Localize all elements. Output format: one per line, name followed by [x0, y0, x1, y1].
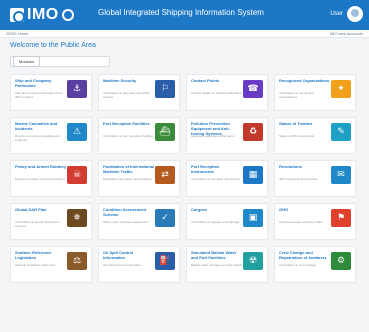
globe-icon	[61, 9, 74, 21]
module-card-title[interactable]: Cargoes	[191, 207, 243, 212]
module-card-title[interactable]: Status of Treaties	[279, 121, 331, 126]
security-icon: ⚐	[155, 80, 175, 98]
module-card-title[interactable]: Piracy and Armed Robbery	[15, 164, 67, 169]
user-menu[interactable]: User	[330, 6, 363, 22]
module-card-description: Facilitation information and guidance	[103, 177, 152, 181]
module-card-title[interactable]: GHG	[279, 207, 331, 212]
pollution-icon: ♻	[243, 123, 263, 141]
module-card[interactable]: Oil Spill Control Information Oil spill r…	[98, 246, 180, 283]
module-card-description: Information on search and rescue service…	[15, 220, 60, 228]
module-card-title[interactable]: Port Reception Instruments	[191, 164, 243, 174]
contact-icon: ☎	[243, 80, 263, 98]
logo-text: IMO	[27, 6, 59, 23]
cargo-icon: ▣	[243, 209, 263, 227]
organizations-icon: ✦	[331, 80, 351, 98]
module-card-description: Information on recognized organizations	[279, 91, 314, 99]
module-card-title[interactable]: Resolutions	[279, 164, 331, 169]
breadcrumb[interactable]: GISIS Home	[6, 31, 28, 36]
module-card[interactable]: Port Reception Facilities Information on …	[98, 117, 180, 154]
piracy-icon: ☠	[67, 166, 87, 184]
legislation-icon: ⚖	[67, 252, 87, 270]
avatar[interactable]	[347, 6, 363, 22]
module-card-description: Information on port reception facilities	[103, 134, 153, 138]
module-card-title[interactable]: Recognized Organizations	[279, 78, 331, 83]
module-grid: Ship and Company Particulars Ship and com…	[10, 74, 356, 283]
module-card[interactable]: Recognized Organizations Information on r…	[274, 74, 356, 111]
module-filter: Modules	[10, 56, 110, 67]
module-card[interactable]: Pollution Prevention Equipment and Anti-…	[186, 117, 268, 154]
module-card[interactable]: Condition Assessment Scheme Ships under c…	[98, 203, 180, 240]
treaties-icon: ✎	[331, 123, 351, 141]
sar-icon: ⛯	[67, 209, 87, 227]
module-card-description: IMO resolutions and circulars	[279, 177, 318, 181]
module-card-description: National legislation references	[15, 263, 56, 267]
module-card-title[interactable]: Maritime Security	[103, 78, 155, 83]
module-card[interactable]: Cargoes Information on cargoes and carria…	[186, 203, 268, 240]
imo-logo[interactable]: IMO	[10, 6, 74, 24]
web-accounts-link[interactable]: IMO web accounts	[330, 31, 363, 36]
module-card[interactable]: Simulated Ballast Water and Port Facilit…	[186, 246, 268, 283]
module-card-description: Reports on marine casualties and inciden…	[15, 134, 60, 142]
ballast-icon: ☢	[243, 252, 263, 270]
module-card-title[interactable]: Facilitation of International Maritime T…	[103, 164, 155, 174]
module-card-description: Information on ship and port facility se…	[103, 91, 150, 99]
oilspill-icon: ⛽	[155, 252, 175, 270]
crew-icon: ⚙	[331, 252, 351, 270]
module-card-title[interactable]: Seafarer Reference Legislation	[15, 250, 67, 260]
module-card-title[interactable]: Marine Casualties and Incidents	[15, 121, 67, 131]
module-card-description: Greenhouse gas emissions data	[279, 220, 323, 224]
resolutions-icon: ✉	[331, 166, 351, 184]
module-card[interactable]: Facilitation of International Maritime T…	[98, 160, 180, 197]
ship-icon: ⚓	[67, 80, 87, 98]
module-card-description: Ships under condition assessment	[103, 220, 149, 224]
app-title: Global Integrated Shipping Information S…	[98, 8, 264, 17]
sub-navigation-bar: GISIS Home IMO web accounts	[0, 30, 369, 38]
module-card-title[interactable]: Global SAR Plan	[15, 207, 67, 212]
module-card[interactable]: Status of Treaties Status of IMO conventi…	[274, 117, 356, 154]
imo-logo-icon	[10, 8, 25, 23]
module-card-description: Status of IMO conventions	[279, 134, 315, 138]
module-card[interactable]: Global SAR Plan Information on search and…	[10, 203, 92, 240]
instruments-icon: ▦	[243, 166, 263, 184]
module-card[interactable]: Resolutions IMO resolutions and circulars…	[274, 160, 356, 197]
module-card-description: Ship and company information from IMO nu…	[15, 91, 63, 99]
ghg-icon: ⚑	[331, 209, 351, 227]
module-card[interactable]: Port Reception Instruments Information on…	[186, 160, 268, 197]
module-card-title[interactable]: Oil Spill Control Information	[103, 250, 155, 260]
module-card[interactable]: Crew Change and Repatriation of Seafarer…	[274, 246, 356, 283]
module-card-title[interactable]: Ship and Company Particulars	[15, 78, 67, 88]
module-card-description: Contact details for national authorities	[191, 91, 242, 95]
module-card[interactable]: Ship and Company Particulars Ship and com…	[10, 74, 92, 111]
tab-third[interactable]	[58, 60, 68, 64]
module-card-description: Oil spill response information	[103, 263, 142, 267]
module-card-title[interactable]: Condition Assessment Scheme	[103, 207, 155, 217]
module-card-description: Approved equipment information	[191, 134, 235, 138]
module-card-title[interactable]: Contact Points	[191, 78, 243, 83]
module-card-description: Reports on piracy and armed robbery	[15, 177, 65, 181]
port-icon: ⛴	[155, 123, 175, 141]
module-card[interactable]: Seafarer Reference Legislation National l…	[10, 246, 92, 283]
module-card[interactable]: Contact Points Contact details for nation…	[186, 74, 268, 111]
assessment-icon: ✓	[155, 209, 175, 227]
user-label[interactable]: User	[330, 11, 343, 17]
module-card-title[interactable]: Crew Change and Repatriation of Seafarer…	[279, 250, 331, 260]
module-card-description: Information on reception instruments	[191, 177, 240, 181]
module-card[interactable]: GHG Greenhouse gas emissions data ⚑	[274, 203, 356, 240]
tab-modules[interactable]: Modules	[13, 56, 41, 67]
page-title: Welcome to the Public Area	[10, 42, 96, 49]
module-card-description: Information on crew change	[279, 263, 317, 267]
tab-second[interactable]	[44, 60, 54, 64]
module-card[interactable]: Piracy and Armed Robbery Reports on pirac…	[10, 160, 92, 197]
module-card-description: Information on cargoes and carriage	[191, 220, 240, 224]
module-card-title[interactable]: Port Reception Facilities	[103, 121, 155, 126]
top-navigation-bar: IMO Global Integrated Shipping Informati…	[0, 0, 369, 30]
module-card[interactable]: Marine Casualties and Incidents Reports o…	[10, 117, 92, 154]
module-card-title[interactable]: Simulated Ballast Water and Port Facilit…	[191, 250, 243, 260]
casualties-icon: ⚠	[67, 123, 87, 141]
facilitation-icon: ⇄	[155, 166, 175, 184]
module-card-description: Ballast water management information	[191, 263, 243, 267]
module-card[interactable]: Maritime Security Information on ship and…	[98, 74, 180, 111]
